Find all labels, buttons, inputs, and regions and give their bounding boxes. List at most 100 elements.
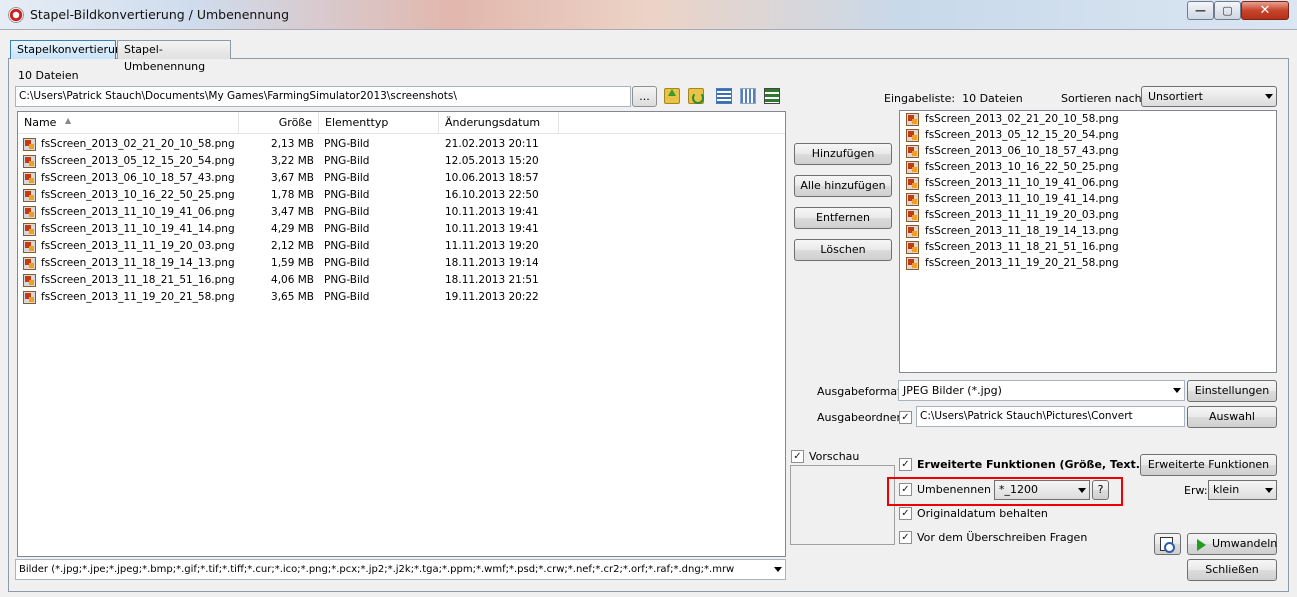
list-item[interactable]: fsScreen_2013_05_12_15_20_54.png — [900, 127, 1276, 143]
chevron-down-icon — [1265, 488, 1273, 493]
title-bar[interactable]: Stapel-Bildkonvertierung / Umbenennung —… — [0, 0, 1297, 30]
file-size: 2,13 MB — [271, 138, 314, 150]
advanced-functions-checkbox[interactable]: ✓ — [899, 458, 912, 471]
ask-overwrite-checkbox[interactable]: ✓ — [899, 531, 912, 544]
close-window-button[interactable]: ✕ — [1241, 1, 1289, 20]
extension-case-select[interactable]: klein — [1208, 480, 1277, 500]
list-item[interactable]: fsScreen_2013_06_10_18_57_43.png — [900, 143, 1276, 159]
column-date[interactable]: Änderungsdatum — [439, 112, 559, 134]
maximize-button[interactable]: ▢ — [1214, 1, 1241, 20]
extension-label: Erw: — [1184, 484, 1208, 497]
file-date: 10.11.2013 19:41 — [445, 206, 539, 218]
window-title: Stapel-Bildkonvertierung / Umbenennung — [30, 7, 290, 22]
file-list[interactable]: Name ▲ Größe Elementtyp Änderungsdatum f… — [17, 111, 786, 557]
output-format-select[interactable]: JPEG Bilder (*.jpg) — [898, 380, 1185, 401]
table-row[interactable]: fsScreen_2013_02_21_20_10_58.png 2,13 MB P… — [18, 136, 785, 153]
table-row[interactable]: fsScreen_2013_06_10_18_57_43.png 3,67 MB P… — [18, 170, 785, 187]
png-file-icon — [906, 209, 919, 222]
file-name: fsScreen_2013_11_11_19_20_03.png — [41, 240, 235, 252]
file-type: PNG-Bild — [324, 172, 370, 184]
preview-checkbox[interactable]: ✓ — [791, 450, 804, 463]
file-size: 4,06 MB — [271, 274, 314, 286]
rename-checkbox[interactable]: ✓ — [899, 483, 912, 496]
column-name[interactable]: Name — [18, 112, 239, 134]
input-file-name: fsScreen_2013_11_18_21_51_16.png — [925, 241, 1119, 253]
file-size: 3,67 MB — [271, 172, 314, 184]
table-row[interactable]: fsScreen_2013_11_18_19_14_13.png 1,59 MB P… — [18, 255, 785, 272]
file-date: 10.06.2013 18:57 — [445, 172, 539, 184]
ask-overwrite-label: Vor dem Überschreiben Fragen — [917, 531, 1088, 544]
table-row[interactable]: fsScreen_2013_05_12_15_20_54.png 3,22 MB P… — [18, 153, 785, 170]
file-type: PNG-Bild — [324, 291, 370, 303]
column-size[interactable]: Größe — [239, 112, 319, 134]
list-item[interactable]: fsScreen_2013_11_18_19_14_13.png — [900, 223, 1276, 239]
advanced-functions-button[interactable]: Erweiterte Funktionen — [1140, 454, 1277, 476]
list-item[interactable]: fsScreen_2013_10_16_22_50_25.png — [900, 159, 1276, 175]
input-list-count: 10 Dateien — [962, 92, 1023, 105]
output-format-label: Ausgabeformat: — [817, 385, 906, 398]
input-file-name: fsScreen_2013_06_10_18_57_43.png — [925, 145, 1119, 157]
list-item[interactable]: fsScreen_2013_11_10_19_41_14.png — [900, 191, 1276, 207]
file-date: 18.11.2013 19:14 — [445, 257, 539, 269]
close-icon: ✕ — [1259, 3, 1271, 18]
png-file-icon — [906, 257, 919, 270]
png-file-icon — [23, 291, 36, 304]
add-all-button[interactable]: Alle hinzufügen — [794, 175, 892, 197]
sort-value: Unsortiert — [1148, 90, 1203, 103]
file-name: fsScreen_2013_06_10_18_57_43.png — [41, 172, 235, 184]
input-file-name: fsScreen_2013_11_19_20_21_58.png — [925, 257, 1119, 269]
file-size: 3,22 MB — [271, 155, 314, 167]
table-row[interactable]: fsScreen_2013_11_10_19_41_06.png 3,47 MB P… — [18, 204, 785, 221]
output-folder-checkbox[interactable]: ✓ — [899, 411, 912, 424]
folder-path-input[interactable]: C:\Users\Patrick Stauch\Documents\My Gam… — [15, 86, 631, 107]
table-row[interactable]: fsScreen_2013_11_11_19_20_03.png 2,12 MB P… — [18, 238, 785, 255]
column-type[interactable]: Elementtyp — [319, 112, 439, 134]
file-date: 21.02.2013 20:11 — [445, 138, 539, 150]
add-button[interactable]: Hinzufügen — [794, 143, 892, 165]
file-name: fsScreen_2013_10_16_22_50_25.png — [41, 189, 235, 201]
maximize-icon: ▢ — [1222, 4, 1233, 17]
keep-date-checkbox[interactable]: ✓ — [899, 507, 912, 520]
list-item[interactable]: fsScreen_2013_11_18_21_51_16.png — [900, 239, 1276, 255]
filter-value: Bilder (*.jpg;*.jpe;*.jpeg;*.bmp;*.gif;*… — [19, 564, 735, 575]
minimize-button[interactable]: — — [1187, 1, 1214, 20]
refresh-icon[interactable] — [688, 88, 704, 104]
table-row[interactable]: fsScreen_2013_10_16_22_50_25.png 1,78 MB P… — [18, 187, 785, 204]
png-file-icon — [906, 241, 919, 254]
thumbnail-view-icon[interactable] — [764, 88, 780, 104]
list-item[interactable]: fsScreen_2013_02_21_20_10_58.png — [900, 111, 1276, 127]
rename-pattern-select[interactable]: *_1200 — [994, 480, 1090, 500]
output-folder-input[interactable]: C:\Users\Patrick Stauch\Pictures\Convert — [916, 406, 1185, 427]
file-date: 19.11.2013 20:22 — [445, 291, 539, 303]
file-date: 16.10.2013 22:50 — [445, 189, 539, 201]
preview-button[interactable] — [1154, 533, 1181, 555]
tab-batch-rename[interactable]: Stapel-Umbenennung — [117, 40, 231, 73]
play-icon — [1197, 539, 1206, 551]
list-item[interactable]: fsScreen_2013_11_11_19_20_03.png — [900, 207, 1276, 223]
help-button[interactable]: ? — [1092, 480, 1109, 500]
browse-button[interactable]: ... — [632, 86, 657, 107]
remove-button[interactable]: Entfernen — [794, 207, 892, 229]
input-file-list[interactable]: fsScreen_2013_02_21_20_10_58.png fsScreen… — [899, 110, 1277, 373]
folder-up-icon[interactable] — [664, 88, 680, 104]
input-file-name: fsScreen_2013_05_12_15_20_54.png — [925, 129, 1119, 141]
file-type-filter[interactable]: Bilder (*.jpg;*.jpe;*.jpeg;*.bmp;*.gif;*… — [15, 559, 786, 580]
file-name: fsScreen_2013_11_10_19_41_06.png — [41, 206, 235, 218]
convert-button[interactable]: Umwandeln — [1187, 533, 1277, 555]
tab-batch-convert[interactable]: Stapelkonvertierung — [10, 40, 129, 59]
close-button[interactable]: Schließen — [1187, 559, 1277, 581]
sort-select[interactable]: Unsortiert — [1141, 86, 1277, 107]
table-row[interactable]: fsScreen_2013_11_18_21_51_16.png 4,06 MB P… — [18, 272, 785, 289]
choose-folder-button[interactable]: Auswahl — [1187, 406, 1277, 428]
clear-button[interactable]: Löschen — [794, 239, 892, 261]
table-row[interactable]: fsScreen_2013_11_10_19_41_14.png 4,29 MB P… — [18, 221, 785, 238]
list-item[interactable]: fsScreen_2013_11_19_20_21_58.png — [900, 255, 1276, 271]
list-view-icon[interactable] — [740, 88, 756, 104]
settings-button[interactable]: Einstellungen — [1187, 380, 1277, 402]
details-view-icon[interactable] — [716, 88, 732, 104]
list-item[interactable]: fsScreen_2013_11_10_19_41_06.png — [900, 175, 1276, 191]
table-row[interactable]: fsScreen_2013_11_19_20_21_58.png 3,65 MB P… — [18, 289, 785, 306]
file-name: fsScreen_2013_11_18_19_14_13.png — [41, 257, 235, 269]
file-name: fsScreen_2013_11_18_21_51_16.png — [41, 274, 235, 286]
file-date: 10.11.2013 19:41 — [445, 223, 539, 235]
